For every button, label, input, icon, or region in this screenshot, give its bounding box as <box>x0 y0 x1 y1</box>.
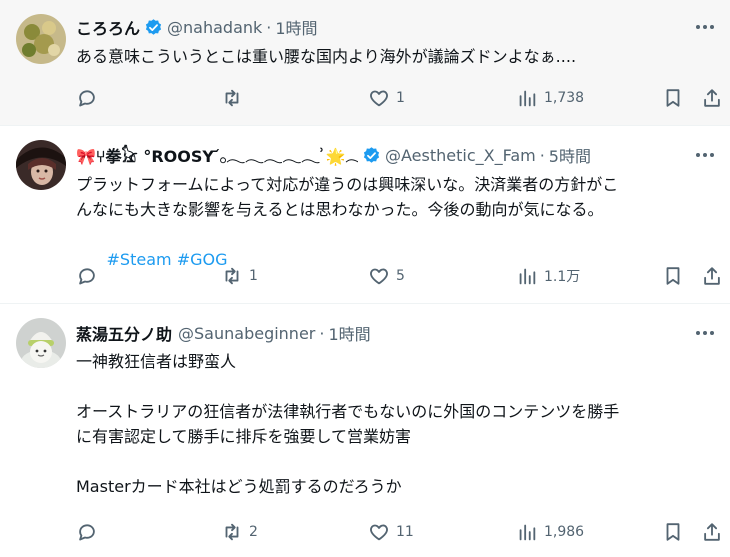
tweet-text: 一神教狂信者は野蛮人 オーストラリアの狂信者が法律執行者でもないのに外国のコンテ… <box>76 349 714 499</box>
bookmark-icon <box>666 267 680 285</box>
view-count: 1.1万 <box>544 269 581 285</box>
share-button[interactable] <box>701 264 723 288</box>
retweet-icon <box>225 89 239 107</box>
tweet[interactable]: 🎀⑂拳𓃠 °ROOSY ᷄𓂂𓂃𓂃𓂃𓂃𓂃 ͗🌟𓂃𓂃𝕏 @Aesthetic_X_F… <box>0 126 730 304</box>
share-icon <box>704 89 720 107</box>
tweet[interactable]: 蒸湯五分ノ助 @Saunabeginner · 1時間 一神教狂信者は野蛮人 オ… <box>0 304 730 557</box>
tweet-text: ある意味こういうとこは重い腰な国内より海外が議論ズドンよなぁ.... <box>76 44 714 69</box>
timestamp[interactable]: 5時間 <box>549 143 591 167</box>
tweet-text-line: オーストラリアの狂信者が法律執行者でもないのに外国のコンテンツを勝手 <box>76 402 620 421</box>
reply-icon <box>79 90 95 107</box>
retweet-count: 2 <box>249 524 258 540</box>
tweet-text-line: ある意味こういうとこは重い腰な国内より海外が議論ズドンよなぁ.... <box>76 47 577 66</box>
analytics-icon <box>519 524 536 541</box>
reply-button[interactable] <box>76 520 104 544</box>
views-button[interactable]: 1,738 <box>516 86 584 110</box>
bookmark-button[interactable] <box>662 264 684 288</box>
analytics-icon <box>519 90 536 107</box>
like-count: 1 <box>396 90 405 106</box>
like-count: 5 <box>396 268 405 284</box>
reply-icon <box>79 268 95 285</box>
tweet-text-line: Masterカード本社はどう処罰するのだろうか <box>76 477 402 496</box>
reply-icon <box>79 524 95 541</box>
retweet-button[interactable]: 2 <box>221 520 258 544</box>
more-options-icon[interactable] <box>694 144 716 166</box>
user-handle[interactable]: @nahadank <box>167 18 262 37</box>
separator-dot: · <box>319 323 325 343</box>
tweet-text-line: 一神教狂信者は野蛮人 <box>76 352 237 371</box>
view-count: 1,738 <box>544 90 585 106</box>
like-button[interactable]: 5 <box>368 264 405 288</box>
separator-dot: · <box>266 17 272 37</box>
timestamp[interactable]: 1時間 <box>275 15 317 39</box>
tweet-header: ころろん @nahadank · 1時間 <box>76 15 690 39</box>
views-button[interactable]: 1.1万 <box>516 264 580 288</box>
user-handle[interactable]: @Saunabeginner <box>178 324 315 343</box>
tweet-actions: 2 11 1,986 <box>76 520 726 544</box>
bookmark-button[interactable] <box>662 86 684 110</box>
retweet-button[interactable] <box>221 86 249 110</box>
separator-dot: · <box>539 145 545 165</box>
avatar[interactable] <box>16 318 66 368</box>
display-name[interactable]: 🎀⑂拳𓃠 °ROOSY ᷄𓂂𓂃𓂃𓂃𓂃𓂃 ͗🌟𓂃𓂃𝕏 <box>76 142 358 168</box>
retweet-icon <box>225 523 239 541</box>
bookmark-icon <box>666 523 680 541</box>
tweet-text-line: プラットフォームによって対応が違うのは興味深いな。決済業者の方針がこ <box>76 175 619 194</box>
user-handle[interactable]: @Aesthetic_X_Fam <box>385 146 536 165</box>
views-button[interactable]: 1,986 <box>516 520 584 544</box>
heart-icon <box>370 268 388 285</box>
tweet-text-line <box>76 374 714 399</box>
like-button[interactable]: 1 <box>368 86 405 110</box>
share-button[interactable] <box>701 520 723 544</box>
view-count: 1,986 <box>544 524 585 540</box>
tweet[interactable]: ころろん @nahadank · 1時間 ある意味こういうとこは重い腰な国内より… <box>0 0 730 126</box>
more-options-icon[interactable] <box>694 322 716 344</box>
tweet-text-line: に有害認定して勝手に排斥を強要して営業妨害 <box>76 427 412 446</box>
retweet-count: 1 <box>249 268 258 284</box>
avatar[interactable] <box>16 14 66 64</box>
more-options-icon[interactable] <box>694 16 716 38</box>
heart-icon <box>370 524 388 541</box>
share-icon <box>704 267 720 285</box>
tweet-text-line <box>76 449 714 474</box>
tweet-header: 🎀⑂拳𓃠 °ROOSY ᷄𓂂𓂃𓂃𓂃𓂃𓂃 ͗🌟𓂃𓂃𝕏 @Aesthetic_X_F… <box>76 143 690 167</box>
timestamp[interactable]: 1時間 <box>328 321 370 345</box>
verified-badge-icon <box>145 18 162 35</box>
share-icon <box>704 523 720 541</box>
tweet-actions: 1 1,738 <box>76 86 726 110</box>
bookmark-icon <box>666 89 680 107</box>
tweet-header: 蒸湯五分ノ助 @Saunabeginner · 1時間 <box>76 321 690 345</box>
tweet-text-line: んなにも大きな影響を与えるとは思わなかった。今後の動向が気になる。 <box>76 200 604 219</box>
reply-button[interactable] <box>76 86 104 110</box>
retweet-button[interactable]: 1 <box>221 264 258 288</box>
retweet-icon <box>225 267 239 285</box>
tweet-actions: 1 5 1.1万 <box>76 264 726 288</box>
reply-button[interactable] <box>76 264 104 288</box>
avatar[interactable] <box>16 140 66 190</box>
share-button[interactable] <box>701 86 723 110</box>
display-name[interactable]: 蒸湯五分ノ助 <box>76 321 172 345</box>
like-count: 11 <box>396 524 414 540</box>
heart-icon <box>370 90 388 107</box>
display-name[interactable]: ころろん <box>76 15 140 39</box>
like-button[interactable]: 11 <box>368 520 414 544</box>
verified-badge-icon <box>363 146 380 163</box>
bookmark-button[interactable] <box>662 520 684 544</box>
analytics-icon <box>519 268 536 285</box>
